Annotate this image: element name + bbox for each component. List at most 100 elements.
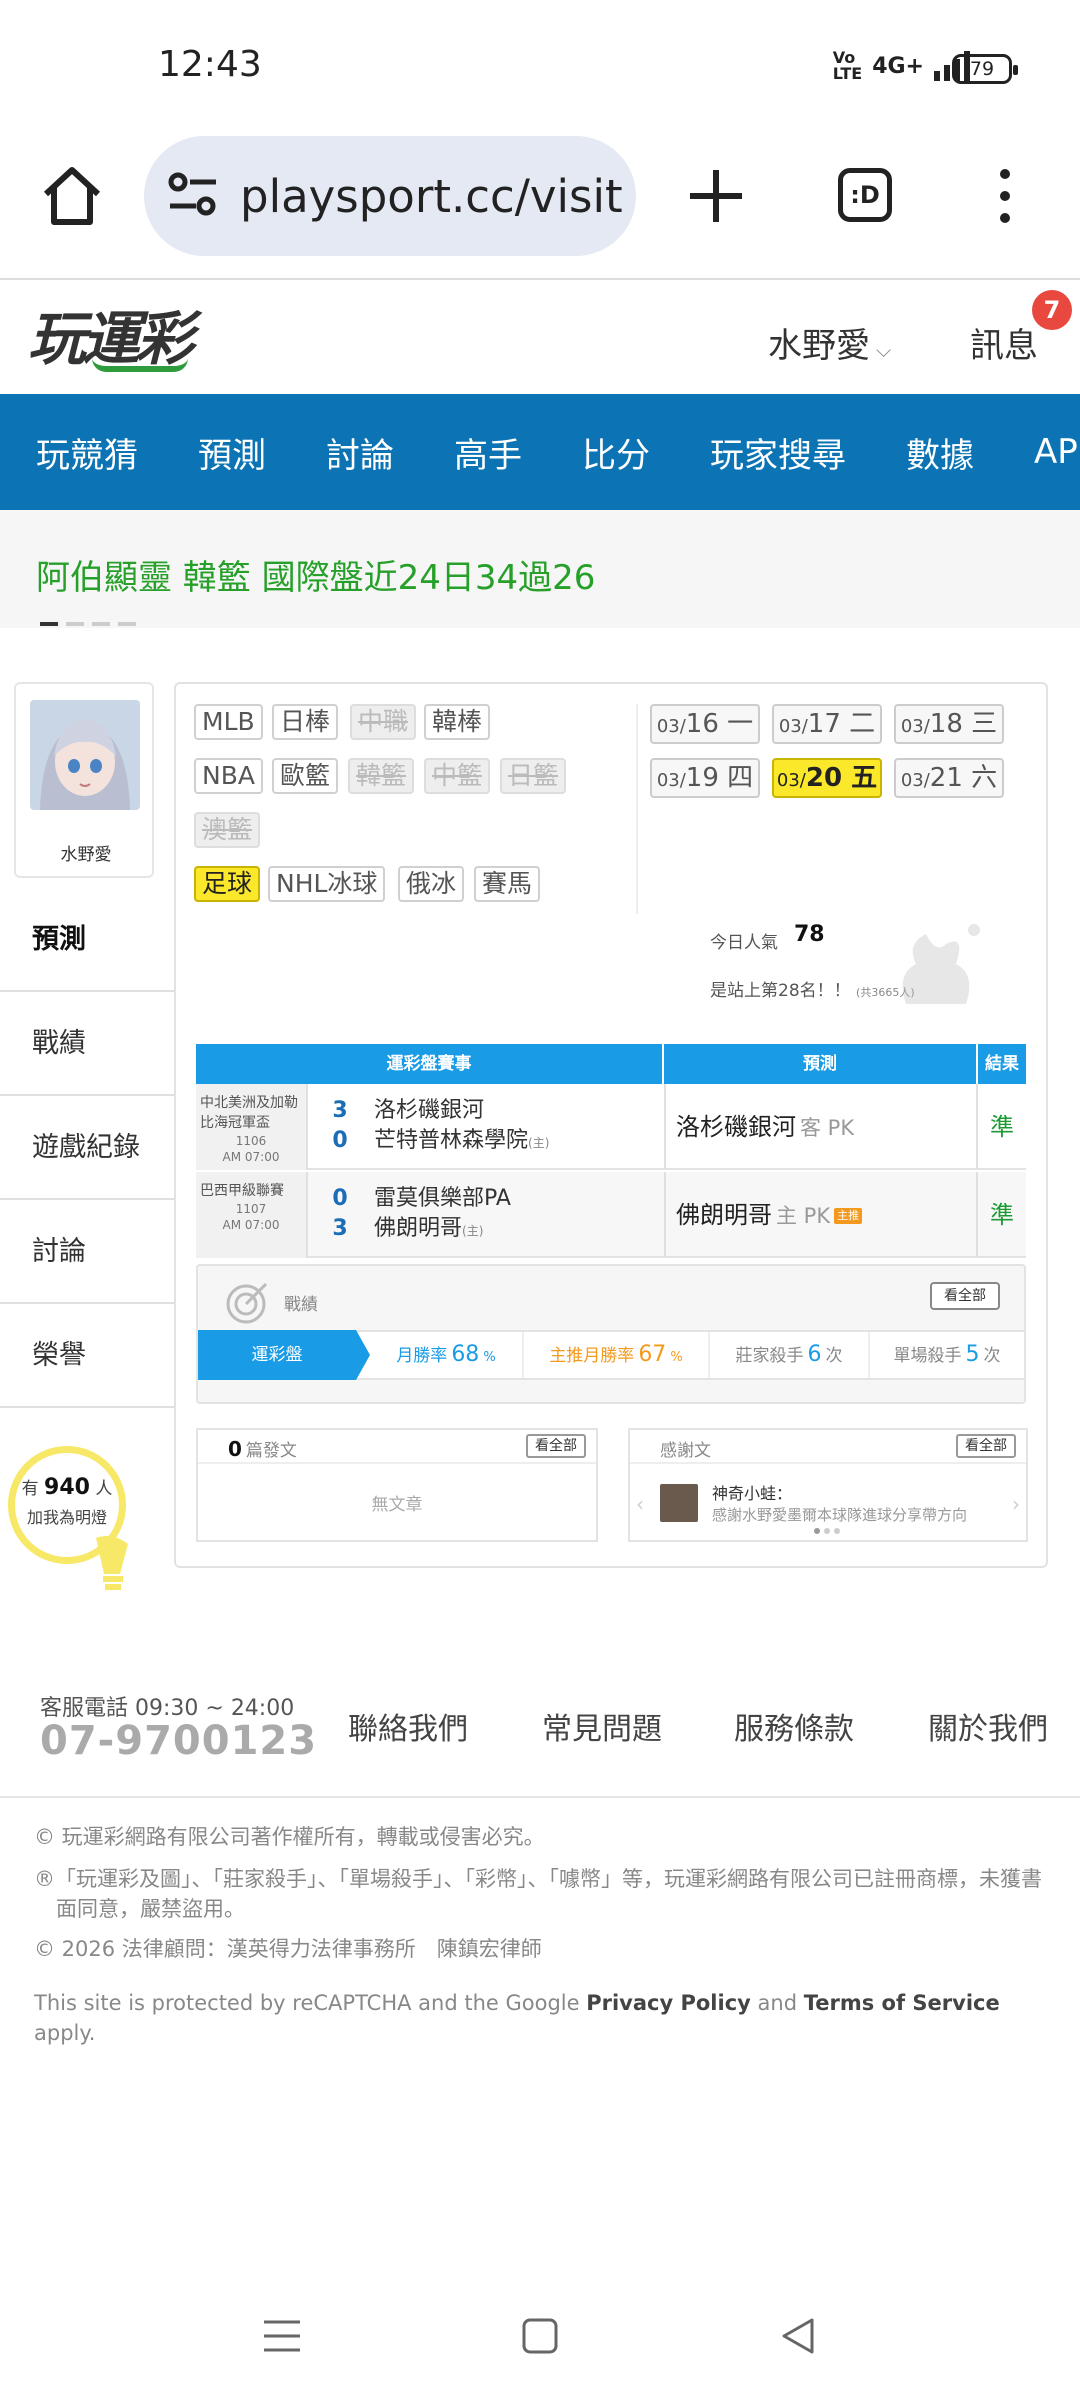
sport-chip-horse[interactable]: 賽馬 <box>474 866 541 902</box>
footer-link-faq[interactable]: 常見問題 <box>542 1704 662 1748</box>
nav-item-guess[interactable]: 玩競猜 <box>0 428 162 477</box>
side-tab-record[interactable]: 戰績 <box>0 992 174 1096</box>
date-day: 20 五 <box>805 763 878 793</box>
sport-chip-nhl[interactable]: NHL冰球 <box>268 866 386 902</box>
date-button-0321[interactable]: 03/21 六 <box>894 758 1004 798</box>
record-stats-bar: 運彩盤 月勝率 68% 主推月勝率 67% 莊家殺手 6 次 單場殺手 5 次 <box>198 1330 1024 1380</box>
tab-switcher-button[interactable]: :D <box>838 168 892 222</box>
ticker-dot[interactable] <box>66 622 84 626</box>
stat-main-pick-win-rate: 主推月勝率 67% <box>522 1332 708 1378</box>
date-button-0319[interactable]: 03/19 四 <box>650 758 760 798</box>
site-header: 玩運彩 水野愛 ⌵ 訊息 7 <box>0 280 1080 394</box>
footer-link-terms[interactable]: 服務條款 <box>734 1704 854 1748</box>
sport-chip-korea-basketball: 韓籃 <box>348 758 415 794</box>
url-text: playsport.cc/visit <box>240 170 623 223</box>
thanks-box: 感謝文 看全部 ‹ 神奇小蛙： 感謝水野愛墨爾本球隊進球分享帶方向 › <box>628 1428 1028 1542</box>
sport-chip-aus-basketball: 澳籃 <box>194 812 261 848</box>
sport-chip-kbo[interactable]: 韓棒 <box>424 704 491 740</box>
stat-value: 6 <box>807 1342 822 1367</box>
record-type-label: 運彩盤 <box>198 1330 370 1380</box>
status-time: 12:43 <box>158 44 262 85</box>
stat-unit: 次 <box>983 1346 1001 1366</box>
game-id: 1107 <box>235 1202 267 1216</box>
chevron-right-icon[interactable]: › <box>1012 1492 1020 1516</box>
sport-chip-nba[interactable]: NBA <box>194 758 263 794</box>
user-name: 水野愛 <box>768 326 870 366</box>
thanks-dot[interactable] <box>834 1528 840 1534</box>
recent-apps-icon[interactable] <box>262 2316 302 2356</box>
chevron-left-icon[interactable]: ‹ <box>636 1492 644 1516</box>
date-button-0316[interactable]: 03/16 一 <box>650 704 760 744</box>
thanks-dot[interactable] <box>814 1528 820 1534</box>
sport-chip-soccer[interactable]: 足球 <box>194 866 261 902</box>
recaptcha-notice: This site is protected by reCAPTCHA and … <box>34 1988 1054 2048</box>
new-tab-icon[interactable] <box>680 160 752 232</box>
fans-count: 940 <box>44 1475 90 1500</box>
teams-cell: 雷莫俱樂部PA 佛朗明哥(主) <box>374 1184 511 1246</box>
date-button-0317[interactable]: 03/17 二 <box>772 704 882 744</box>
prediction-table-header: 運彩盤賽事 預測 結果 <box>196 1044 1026 1084</box>
back-icon[interactable] <box>778 2316 818 2356</box>
thanks-author[interactable]: 神奇小蛙： <box>712 1480 792 1504</box>
stat-label: 單場殺手 <box>893 1346 962 1366</box>
user-menu[interactable]: 水野愛 ⌵ <box>768 318 891 367</box>
support-phone[interactable]: 07-9700123 <box>40 1718 317 1764</box>
thanks-message[interactable]: 感謝水野愛墨爾本球隊進球分享帶方向 <box>712 1504 967 1525</box>
side-tab-predict[interactable]: 預測 <box>0 888 174 992</box>
prediction-panel: MLB 日棒 中職 韓棒 NBA 歐籃 韓籃 中籃 日籃 澳籃 足球 NHL冰球… <box>174 682 1048 1568</box>
nav-item-data[interactable]: 數據 <box>870 428 998 477</box>
more-menu-icon[interactable] <box>990 166 1020 226</box>
posts-view-all-button[interactable]: 看全部 <box>526 1434 586 1458</box>
date-month: 03/ <box>656 770 686 791</box>
thanks-avatar[interactable] <box>660 1484 698 1522</box>
messages-link[interactable]: 訊息 <box>970 318 1038 367</box>
url-bar[interactable]: playsport.cc/visit <box>144 136 636 256</box>
nav-item-experts[interactable]: 高手 <box>418 428 546 477</box>
privacy-policy-link[interactable]: Privacy Policy <box>586 1991 751 2015</box>
sport-chip-khl[interactable]: 俄冰 <box>398 866 465 902</box>
sport-chip-china-basketball: 中籃 <box>424 758 491 794</box>
sport-chip-npb[interactable]: 日棒 <box>272 704 339 740</box>
side-tab-honor[interactable]: 榮譽 <box>0 1304 174 1408</box>
popularity-label: 今日人氣 <box>710 933 778 953</box>
side-tab-game-log[interactable]: 遊戲紀錄 <box>0 1096 174 1200</box>
date-button-0320[interactable]: 03/20 五 <box>772 758 882 798</box>
home-icon[interactable] <box>36 160 108 232</box>
league-cell: 中北美洲及加勒比海冠軍盃 1106 AM 07:00 <box>196 1084 308 1170</box>
site-settings-icon[interactable] <box>168 172 218 218</box>
stat-label: 月勝率 <box>396 1346 448 1366</box>
nav-item-scores[interactable]: 比分 <box>546 428 674 477</box>
thanks-view-all-button[interactable]: 看全部 <box>956 1434 1016 1458</box>
sport-chip-euro-basketball[interactable]: 歐籃 <box>272 758 339 794</box>
ticker-dot[interactable] <box>40 622 58 626</box>
col-match: 運彩盤賽事 <box>196 1044 664 1084</box>
nav-item-discuss[interactable]: 討論 <box>290 428 418 477</box>
nav-item-player-search[interactable]: 玩家搜尋 <box>674 428 870 477</box>
recaptcha-text: This site is protected by reCAPTCHA and … <box>34 1991 580 2015</box>
side-tab-discuss[interactable]: 討論 <box>0 1200 174 1304</box>
footer-link-about[interactable]: 關於我們 <box>928 1704 1048 1748</box>
nav-item-predict[interactable]: 預測 <box>162 428 290 477</box>
date-button-0318[interactable]: 03/18 三 <box>894 704 1004 744</box>
network-type: 4G+ <box>872 53 924 79</box>
ticker-dot[interactable] <box>92 622 110 626</box>
ticker-dot[interactable] <box>118 622 136 626</box>
footer-link-contact[interactable]: 聯絡我們 <box>348 1704 468 1748</box>
mascot-watermark-icon <box>902 924 980 1004</box>
away-score: 0 <box>332 1186 348 1211</box>
home-nav-icon[interactable] <box>520 2316 560 2356</box>
nav-item-app[interactable]: APP <box>998 432 1080 472</box>
posts-title: 0 篇發文 <box>228 1436 297 1461</box>
terms-of-service-link[interactable]: Terms of Service <box>804 1991 1000 2015</box>
col-prediction: 預測 <box>664 1044 978 1084</box>
thanks-dot[interactable] <box>824 1528 830 1534</box>
ticker-pagination <box>40 622 136 626</box>
ticker-headline[interactable]: 阿伯顯靈 韓籃 國際盤近24日34過26 <box>36 550 595 599</box>
record-view-all-button[interactable]: 看全部 <box>930 1282 1000 1310</box>
fans-lamp[interactable]: 有 940 人 加我為明燈 <box>8 1446 158 1596</box>
teams-cell: 洛杉磯銀河 芒特普林森學院(主) <box>374 1096 549 1158</box>
avatar[interactable] <box>30 700 140 810</box>
sport-chip-mlb[interactable]: MLB <box>194 704 263 740</box>
profile-name: 水野愛 <box>60 845 112 865</box>
league-name: 巴西甲級聯賽 <box>200 1183 284 1199</box>
